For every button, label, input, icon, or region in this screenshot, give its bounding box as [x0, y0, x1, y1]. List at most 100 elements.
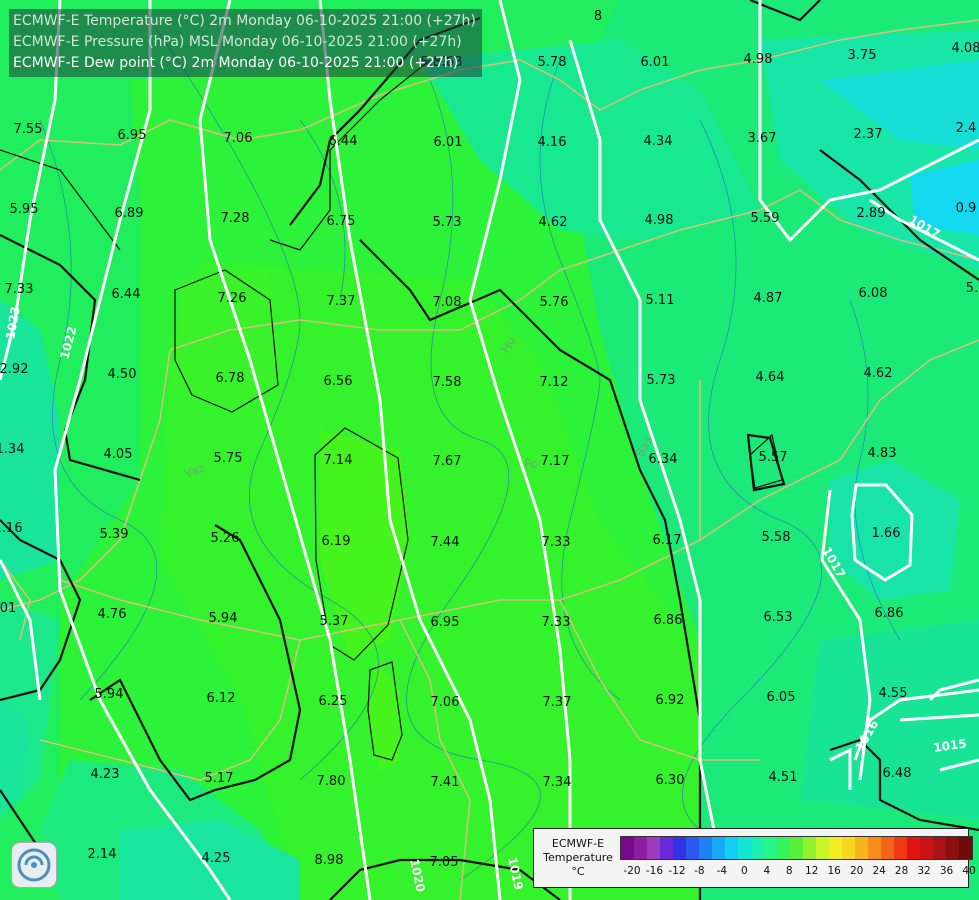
value-label: 5.39 — [100, 527, 129, 542]
value-label: 6.53 — [764, 610, 793, 625]
value-label: 7.12 — [540, 375, 569, 390]
value-label: 4.51 — [769, 770, 798, 785]
legend-swatch — [803, 837, 816, 859]
legend-title-model: ECMWF-E — [551, 837, 605, 850]
value-label: 4.34 — [644, 134, 673, 149]
legend-swatch — [777, 837, 790, 859]
legend-swatch — [738, 837, 751, 859]
legend-swatch — [621, 837, 634, 859]
legend-swatch — [699, 837, 712, 859]
value-label: 7.06 — [224, 131, 253, 146]
value-label: 1.66 — [872, 526, 901, 541]
value-label: 6.92 — [656, 693, 685, 708]
legend-tick: -12 — [668, 865, 686, 877]
legend-tick: 24 — [872, 865, 886, 877]
value-label: 4.25 — [202, 851, 231, 866]
value-label: 8.98 — [315, 853, 344, 868]
value-label: 5.26 — [211, 531, 240, 546]
legend-swatch — [634, 837, 647, 859]
value-label: 2.37 — [854, 127, 883, 142]
value-label: 3.75 — [848, 48, 877, 63]
value-label: 5.73 — [647, 373, 676, 388]
value-label: 4.87 — [754, 291, 783, 306]
legend-tick: 0 — [740, 865, 748, 877]
value-label: 5.73 — [433, 215, 462, 230]
value-label: 5.11 — [646, 293, 675, 308]
value-label: 6.12 — [207, 691, 236, 706]
value-label: 5. — [966, 281, 978, 296]
value-label: 6.01 — [434, 135, 463, 150]
value-label: 4.50 — [108, 367, 137, 382]
legend-swatch — [920, 837, 933, 859]
value-label: 6.17 — [653, 533, 682, 548]
value-label: 7.41 — [431, 775, 460, 790]
legend-tick: 12 — [805, 865, 819, 877]
value-label: 6.01 — [641, 55, 670, 70]
value-label: 5.37 — [320, 614, 349, 629]
legend-swatch — [764, 837, 777, 859]
legend-swatch — [751, 837, 764, 859]
legend-swatch — [907, 837, 920, 859]
value-label: 7.06 — [431, 695, 460, 710]
legend-swatch — [673, 837, 686, 859]
value-label: 7.17 — [541, 454, 570, 469]
value-label: 7.26 — [218, 291, 247, 306]
value-label: 6.89 — [115, 206, 144, 221]
value-label: 6.78 — [216, 371, 245, 386]
legend-tick: 40 — [962, 865, 976, 877]
value-label: 3.67 — [748, 131, 777, 146]
legend-swatch — [894, 837, 907, 859]
legend-swatch — [686, 837, 699, 859]
value-label: 6.30 — [656, 773, 685, 788]
header-pressure-line: ECMWF-E Pressure (hPa) MSL Monday 06-10-… — [13, 34, 462, 50]
legend-swatch — [660, 837, 673, 859]
legend-swatch — [946, 837, 959, 859]
value-label: 7.33 — [5, 282, 34, 297]
legend-tick: -16 — [645, 865, 664, 877]
legend-title: ECMWF-E Temperature °C — [538, 837, 618, 879]
legend-color-bar — [620, 836, 973, 860]
value-label: 7.28 — [221, 211, 250, 226]
map-header: ECMWF-E Temperature (°C) 2m Monday 06-10… — [9, 9, 482, 77]
legend-tick: 4 — [763, 865, 771, 877]
weather-map: 1023 1022 1020 1019 1017 1017 1016 1015 … — [0, 0, 979, 900]
legend-swatch — [816, 837, 829, 859]
legend-swatch — [829, 837, 842, 859]
value-label: 6.44 — [112, 287, 141, 302]
legend-swatch — [842, 837, 855, 859]
value-label: 5.75 — [214, 451, 243, 466]
value-label: 5.58 — [762, 530, 791, 545]
legend-tick: 20 — [849, 865, 864, 877]
value-label: 7.08 — [433, 295, 462, 310]
legend-swatch — [712, 837, 725, 859]
value-label: 7.55 — [14, 122, 43, 137]
value-label: 5.57 — [759, 450, 788, 465]
value-label: 4.55 — [879, 686, 908, 701]
legend-swatch — [855, 837, 868, 859]
value-label: 7.34 — [543, 775, 572, 790]
value-label: 6.19 — [322, 534, 351, 549]
value-label: 4.62 — [539, 215, 568, 230]
legend-swatch — [933, 837, 946, 859]
value-label: 5.17 — [205, 771, 234, 786]
value-label: 4.98 — [645, 213, 674, 228]
value-label: 4.98 — [744, 52, 773, 67]
value-label: 5.95 — [10, 202, 39, 217]
value-label: 4.05 — [104, 447, 133, 462]
header-temperature-line: ECMWF-E Temperature (°C) 2m Monday 06-10… — [13, 13, 476, 29]
value-label: 7.33 — [542, 535, 571, 550]
value-label: .01 — [0, 601, 16, 616]
value-label: 6.25 — [319, 694, 348, 709]
value-label: 7.33 — [542, 615, 571, 630]
value-label: 5.78 — [538, 55, 567, 70]
value-label: 0.9 — [956, 201, 977, 216]
value-label: 1.34 — [0, 442, 24, 457]
value-label: 7.37 — [327, 294, 356, 309]
value-label: 5.76 — [540, 295, 569, 310]
legend-swatch — [725, 837, 738, 859]
legend-tick: -20 — [623, 865, 641, 877]
value-label: 6.86 — [654, 613, 683, 628]
value-label: 2.92 — [0, 362, 28, 377]
value-label: 4.83 — [868, 446, 897, 461]
value-label: 6.05 — [767, 690, 796, 705]
